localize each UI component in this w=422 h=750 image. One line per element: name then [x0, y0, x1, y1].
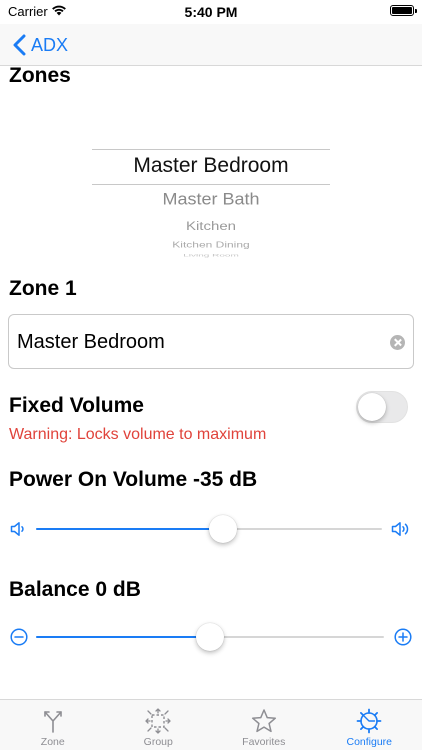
picker-item-selected[interactable]: Master Bedroom	[92, 154, 330, 178]
star-icon	[251, 709, 276, 733]
power-on-volume-title: Power On Volume -35 dB	[9, 468, 258, 491]
group-icon	[145, 708, 172, 734]
zone-icon	[43, 711, 62, 733]
tab-zone[interactable]: Zone	[0, 700, 106, 750]
chevron-left-icon	[13, 34, 26, 56]
back-label: ADX	[31, 34, 69, 55]
minus-circle-icon[interactable]	[9, 627, 29, 647]
fixed-volume-warning: Warning: Locks volume to maximum	[9, 426, 267, 443]
balance-slider[interactable]	[36, 622, 384, 652]
balance-title: Balance 0 dB	[9, 578, 141, 601]
configure-gear-icon	[356, 708, 382, 734]
toggle-knob	[358, 393, 386, 421]
tab-label: Zone	[40, 736, 65, 748]
zone-name-value[interactable]: Master Bedroom	[17, 331, 165, 354]
picker-top-divider	[92, 149, 330, 150]
tab-label: Favorites	[242, 736, 286, 748]
tab-group[interactable]: Group	[106, 700, 212, 750]
power-on-volume-slider[interactable]	[36, 514, 382, 544]
zones-title: Zones	[9, 64, 71, 87]
speaker-low-icon	[10, 522, 24, 536]
picker-bottom-divider	[92, 184, 330, 185]
fixed-volume-title: Fixed Volume	[9, 394, 144, 417]
zone-picker[interactable]: Master Bedroom Master Bath Kitchen Kitch…	[92, 140, 330, 258]
picker-item[interactable]: Living Room	[92, 253, 330, 257]
tab-bar: Zone Group Favorites Configure	[0, 699, 422, 750]
picker-item[interactable]: Master Bath	[92, 190, 330, 209]
tab-configure[interactable]: Configure	[317, 700, 422, 750]
tab-label: Group	[143, 736, 173, 748]
tab-label: Configure	[346, 736, 393, 748]
back-button[interactable]: ADX	[12, 32, 68, 58]
battery-icon	[390, 5, 417, 16]
plus-circle-icon[interactable]	[393, 627, 413, 647]
picker-item[interactable]: Kitchen	[92, 220, 330, 234]
slider-fill	[36, 528, 223, 530]
navigation-bar: ADX	[0, 24, 422, 66]
slider-fill	[36, 636, 210, 638]
status-bar: Carrier 5:40 PM	[0, 0, 422, 24]
slider-thumb[interactable]	[196, 623, 224, 651]
zone-name-field[interactable]: Master Bedroom	[8, 314, 414, 369]
clear-text-icon[interactable]	[390, 335, 405, 350]
speaker-high-icon	[391, 522, 409, 536]
fixed-volume-toggle[interactable]	[356, 391, 408, 423]
slider-thumb[interactable]	[208, 515, 237, 543]
tab-favorites[interactable]: Favorites	[211, 700, 317, 750]
zone-title: Zone 1	[9, 277, 77, 300]
picker-item[interactable]: Kitchen Dining	[92, 240, 330, 249]
clock: 5:40 PM	[184, 4, 238, 20]
